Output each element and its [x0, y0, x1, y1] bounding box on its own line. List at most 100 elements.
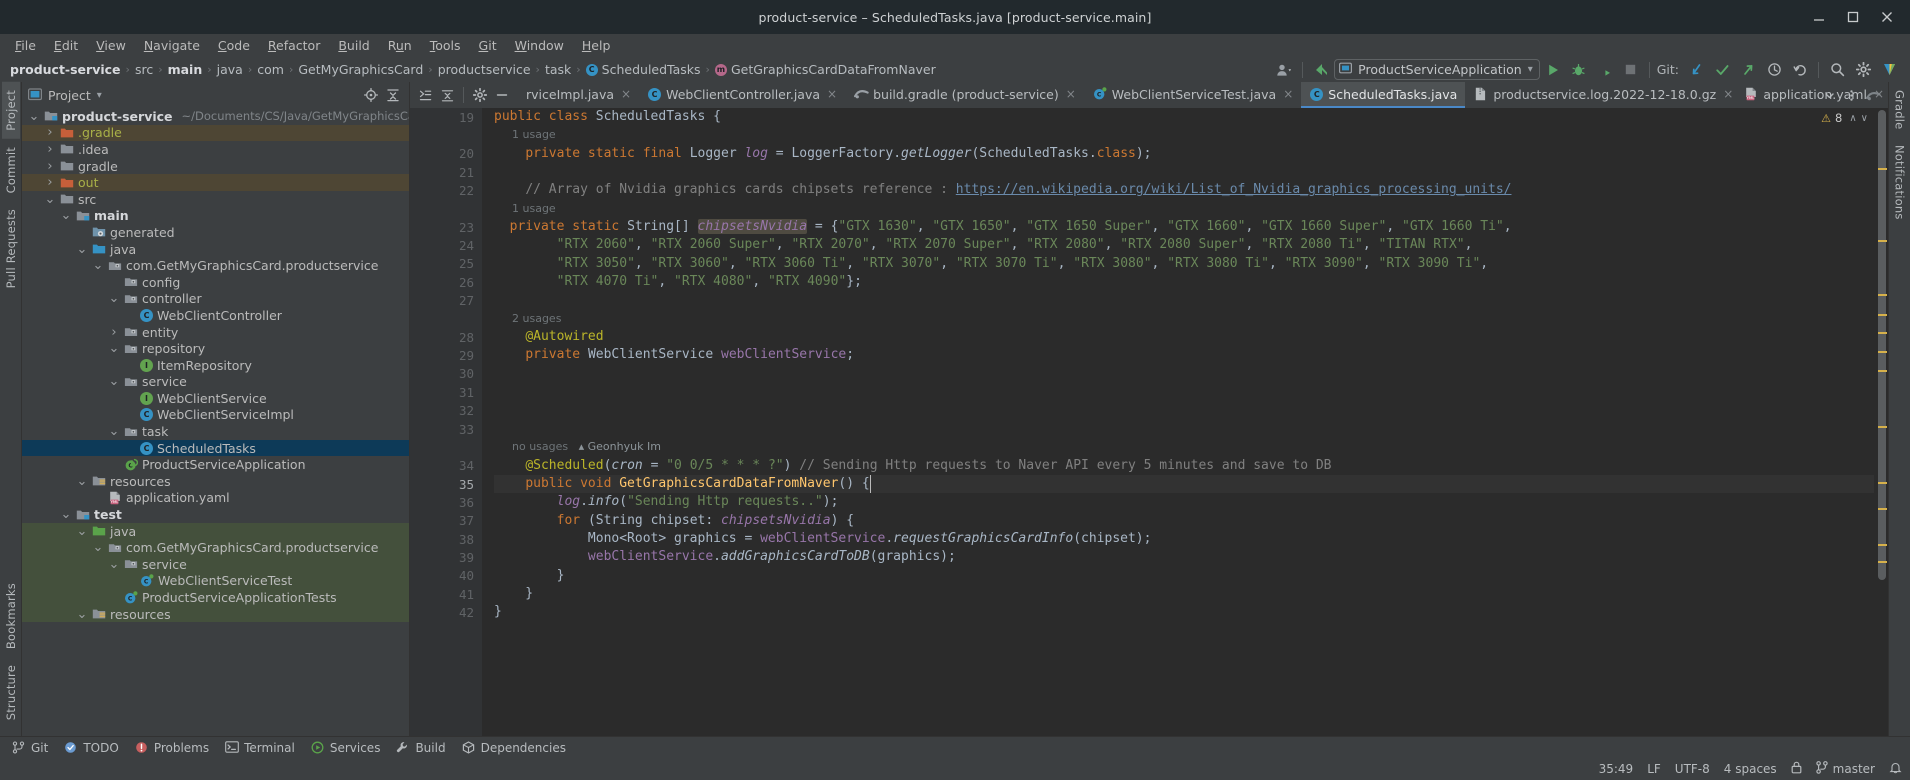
close-tab-icon[interactable]: ×	[827, 87, 837, 101]
line-number[interactable]: 20	[410, 145, 482, 163]
code-line[interactable]: }	[494, 585, 1874, 603]
breadcrumb-item-task[interactable]: task	[541, 61, 575, 78]
tree-node-java[interactable]: ⌄ java	[22, 523, 409, 540]
code-line[interactable]	[494, 383, 1874, 401]
close-tab-icon[interactable]: ×	[1874, 87, 1884, 101]
chevron-down-icon[interactable]: ⌄	[60, 507, 72, 522]
line-number[interactable]: 31	[410, 383, 482, 401]
git-rollback-button[interactable]	[1787, 59, 1813, 81]
chevron-down-icon[interactable]: ⌄	[108, 291, 120, 306]
error-stripe-mark[interactable]	[1878, 561, 1887, 563]
settings-gear-icon[interactable]	[1850, 59, 1876, 81]
error-stripe-mark[interactable]	[1878, 332, 1887, 334]
sidebar-item-notifications[interactable]: Notifications	[1891, 137, 1909, 228]
tree-node-gradle[interactable]: › gradle	[22, 158, 409, 175]
menu-item-refactor[interactable]: Refactor	[259, 36, 329, 55]
code-line[interactable]: // Array of Nvidia graphics cards chipse…	[494, 181, 1874, 199]
sidebar-item-gradle[interactable]: Gradle	[1891, 82, 1909, 137]
chevron-down-icon[interactable]: ⌄	[76, 524, 88, 539]
chevron-down-icon[interactable]: ⌄	[60, 208, 72, 223]
menu-item-window[interactable]: Window	[506, 36, 573, 55]
stop-button[interactable]	[1618, 59, 1644, 81]
tree-node--gradle[interactable]: › .gradle	[22, 125, 409, 142]
code-line[interactable]: public class ScheduledTasks {	[494, 108, 1874, 126]
editor-tab-webclientservicetest-java[interactable]: CWebClientServiceTest.java×	[1084, 82, 1301, 108]
code-line[interactable]: Mono<Root> graphics = webClientService.r…	[494, 530, 1874, 548]
tree-node-itemrepository[interactable]: IItemRepository	[22, 357, 409, 374]
code-line[interactable]: @Scheduled(cron = "0 0/5 * * * ?") // Se…	[494, 457, 1874, 475]
error-stripe-mark[interactable]	[1878, 482, 1887, 484]
line-number[interactable]: 36	[410, 493, 482, 511]
chevron-right-icon[interactable]: ›	[44, 125, 56, 140]
line-number[interactable]: 33	[410, 420, 482, 438]
notification-bell-icon[interactable]	[1889, 761, 1902, 777]
line-separator[interactable]: LF	[1647, 762, 1661, 776]
run-button[interactable]	[1540, 59, 1566, 81]
menu-item-code[interactable]: Code	[209, 36, 259, 55]
chevron-right-icon[interactable]: ›	[108, 325, 120, 340]
menu-item-view[interactable]: View	[87, 36, 135, 55]
code-line[interactable]: }	[494, 567, 1874, 585]
breadcrumb-item-getgraphicscarddatafromnaver[interactable]: mGetGraphicsCardDataFromNaver	[711, 61, 940, 78]
error-stripe-scrollbar[interactable]	[1874, 108, 1888, 736]
close-window-button[interactable]	[1880, 10, 1894, 24]
sidebar-item-bookmarks[interactable]: Bookmarks	[2, 575, 20, 657]
line-number[interactable]: 25	[410, 255, 482, 273]
sidebar-item-structure[interactable]: Structure	[2, 657, 20, 728]
chevron-down-icon[interactable]: ⌄	[76, 607, 88, 622]
code-line[interactable]	[494, 420, 1874, 438]
tree-node-service[interactable]: ⌄service	[22, 556, 409, 573]
error-stripe-mark[interactable]	[1878, 370, 1887, 372]
tree-node-src[interactable]: ⌄ src	[22, 191, 409, 208]
menu-item-edit[interactable]: Edit	[45, 36, 87, 55]
minimize-window-button[interactable]	[1812, 10, 1826, 24]
error-stripe-mark[interactable]	[1878, 351, 1887, 353]
bottom-tool-git[interactable]: Git	[4, 739, 56, 757]
file-encoding[interactable]: UTF-8	[1675, 762, 1710, 776]
tree-node-webclientserviceimpl[interactable]: CWebClientServiceImpl	[22, 407, 409, 424]
read-only-lock-icon[interactable]	[1791, 761, 1802, 777]
select-opened-file-icon[interactable]	[361, 85, 381, 105]
hide-tool-window-icon[interactable]	[491, 84, 513, 106]
bottom-tool-build[interactable]: Build	[388, 739, 453, 757]
breadcrumb-item-main[interactable]: main	[164, 61, 207, 78]
error-stripe-mark[interactable]	[1878, 294, 1887, 296]
code-line[interactable]	[494, 291, 1874, 309]
tree-node-resources[interactable]: ⌄ resources	[22, 606, 409, 623]
chevron-down-icon[interactable]: ⌄	[76, 242, 88, 257]
gutter-blank[interactable]	[410, 310, 482, 328]
project-tree[interactable]: ⌄ product-service~/Documents/CS/Java/Get…	[22, 108, 409, 736]
inlay-hint[interactable]: 1 usage	[494, 126, 1874, 144]
chevron-down-icon[interactable]: ⌄	[108, 424, 120, 439]
tree-node-com-getmygraphicscard-productservice[interactable]: ⌄com.GetMyGraphicsCard.productservice	[22, 539, 409, 556]
error-stripe-mark[interactable]	[1878, 426, 1887, 428]
code-line[interactable]: webClientService.addGraphicsCardToDB(gra…	[494, 548, 1874, 566]
chevron-right-icon[interactable]: ›	[44, 159, 56, 174]
chevron-right-icon[interactable]: ›	[44, 142, 56, 157]
line-number[interactable]: 42	[410, 603, 482, 621]
tree-node-webclientservice[interactable]: IWebClientService	[22, 390, 409, 407]
bottom-tool-todo[interactable]: TODO	[56, 739, 126, 757]
breadcrumb-item-src[interactable]: src	[131, 61, 157, 78]
chevron-down-icon[interactable]: ⌄	[92, 258, 104, 273]
line-number[interactable]: 29	[410, 346, 482, 364]
close-tab-icon[interactable]: ×	[621, 87, 631, 101]
next-problem-icon[interactable]: ∨	[1861, 113, 1868, 124]
collapse-all-icon[interactable]	[383, 85, 403, 105]
breadcrumb-item-scheduledtasks[interactable]: CScheduledTasks	[582, 61, 705, 78]
chevron-down-icon[interactable]: ⌄	[92, 540, 104, 555]
menu-item-run[interactable]: Run	[379, 36, 421, 55]
bottom-tool-dependencies[interactable]: Dependencies	[454, 739, 574, 757]
tree-node-main[interactable]: ⌄ main	[22, 208, 409, 225]
editor-tab-application-yaml[interactable]: YMLapplication.yaml×	[1735, 82, 1888, 108]
chevron-down-icon[interactable]: ⌄	[76, 474, 88, 489]
tree-node-repository[interactable]: ⌄repository	[22, 340, 409, 357]
inspection-status-badge[interactable]: ⚠ 8 ∧ ∨	[1821, 111, 1868, 125]
tree-node--idea[interactable]: › .idea	[22, 141, 409, 158]
tree-node-out[interactable]: › out	[22, 174, 409, 191]
code-line[interactable]: public void GetGraphicsCardDataFromNaver…	[494, 475, 1874, 493]
editor-tab-scheduledtasks-java[interactable]: CScheduledTasks.java	[1301, 82, 1465, 108]
editor-tab-build-gradle-product-service-[interactable]: build.gradle (product-service)×	[845, 82, 1084, 108]
debug-button[interactable]	[1566, 59, 1592, 81]
chevron-down-icon[interactable]: ⌄	[28, 109, 40, 124]
